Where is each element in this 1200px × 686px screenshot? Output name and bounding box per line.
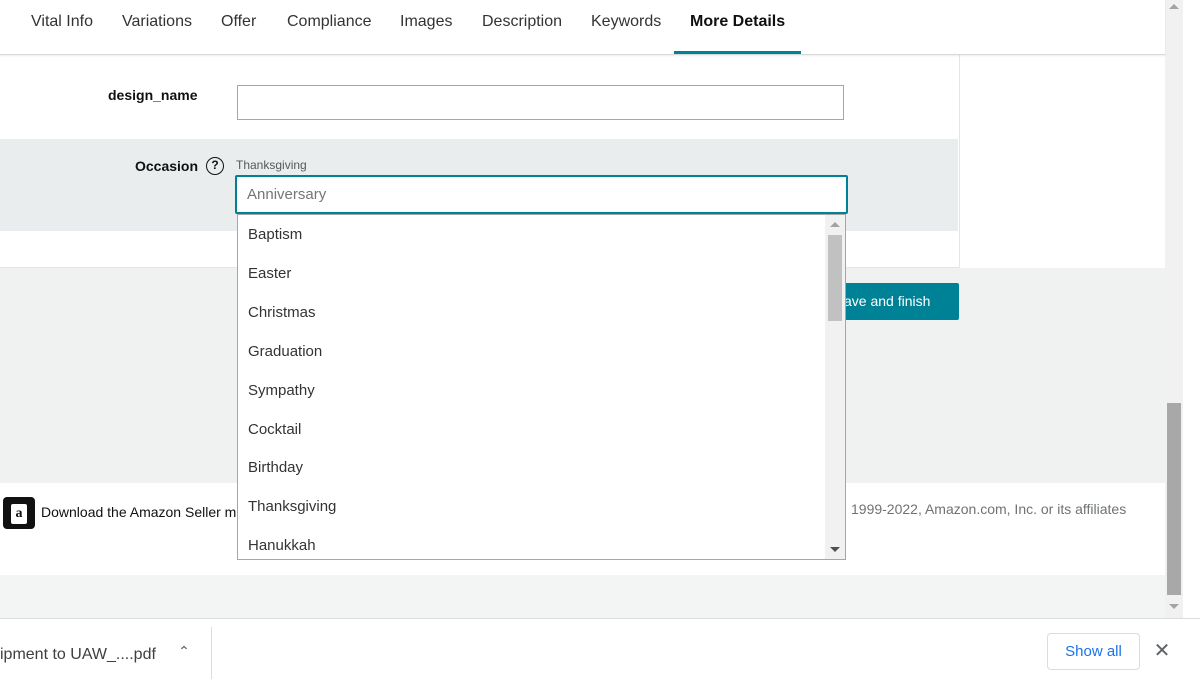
dropdown-option-thanksgiving[interactable]: Thanksgiving: [248, 498, 336, 515]
page-scroll-down-icon[interactable]: [1169, 604, 1179, 609]
download-bar: ipment to UAW_....pdf ⌃ Show all ✕: [0, 618, 1200, 686]
dropdown-option-birthday[interactable]: Birthday: [248, 459, 303, 476]
dropdown-option-baptism[interactable]: Baptism: [248, 226, 302, 243]
design-name-input[interactable]: [237, 85, 844, 120]
download-divider: [211, 627, 212, 679]
close-icon[interactable]: ✕: [1153, 641, 1171, 661]
scroll-up-arrow-icon[interactable]: [830, 222, 840, 227]
tab-more-details[interactable]: More Details: [673, 0, 802, 54]
occasion-label: Occasion: [135, 158, 199, 174]
dropdown-option-christmas[interactable]: Christmas: [248, 304, 316, 321]
dropdown-option-sympathy[interactable]: Sympathy: [248, 382, 315, 399]
dropdown-option-easter[interactable]: Easter: [248, 265, 291, 282]
dropdown-option-cocktail[interactable]: Cocktail: [248, 421, 301, 438]
tab-bar: Vital Info Variations Offer Compliance I…: [0, 0, 1165, 55]
dropdown-option-graduation[interactable]: Graduation: [248, 343, 322, 360]
dropdown-scrollbar[interactable]: [825, 215, 845, 559]
tab-offer[interactable]: Offer: [221, 0, 256, 54]
footer-bottom: [0, 575, 1165, 618]
chevron-up-icon[interactable]: ⌃: [176, 643, 192, 659]
occasion-selected-value: Thanksgiving: [236, 158, 307, 172]
occasion-search-input[interactable]: [235, 175, 848, 214]
question-circle-icon[interactable]: ?: [206, 157, 224, 175]
tab-vital-info[interactable]: Vital Info: [31, 0, 93, 54]
dropdown-option-hanukkah[interactable]: Hanukkah: [248, 537, 316, 554]
scroll-down-arrow-icon[interactable]: [830, 547, 840, 552]
dropdown-scroll-thumb[interactable]: [828, 235, 842, 321]
copyright-text: 1999-2022, Amazon.com, Inc. or its affil…: [851, 501, 1127, 517]
right-margin: [959, 54, 1166, 267]
tab-images[interactable]: Images: [400, 0, 452, 54]
show-all-button[interactable]: Show all: [1047, 633, 1140, 670]
design-name-label: design_name: [108, 87, 198, 103]
tab-keywords[interactable]: Keywords: [591, 0, 661, 54]
tab-description[interactable]: Description: [482, 0, 562, 54]
save-and-finish-button[interactable]: ave and finish: [830, 283, 959, 320]
amazon-seller-app-icon[interactable]: a: [3, 497, 35, 529]
save-and-finish-label: ave and finish: [844, 293, 931, 309]
occasion-dropdown-list[interactable]: Baptism Easter Christmas Graduation Symp…: [237, 214, 846, 560]
page-scrollbar[interactable]: [1165, 0, 1183, 618]
downloaded-file-name[interactable]: ipment to UAW_....pdf: [0, 646, 156, 664]
download-app-link[interactable]: Download the Amazon Seller m: [41, 504, 236, 520]
page-scroll-up-icon[interactable]: [1169, 4, 1179, 9]
tab-compliance[interactable]: Compliance: [287, 0, 371, 54]
tab-variations[interactable]: Variations: [122, 0, 192, 54]
page-scroll-thumb[interactable]: [1167, 403, 1181, 595]
